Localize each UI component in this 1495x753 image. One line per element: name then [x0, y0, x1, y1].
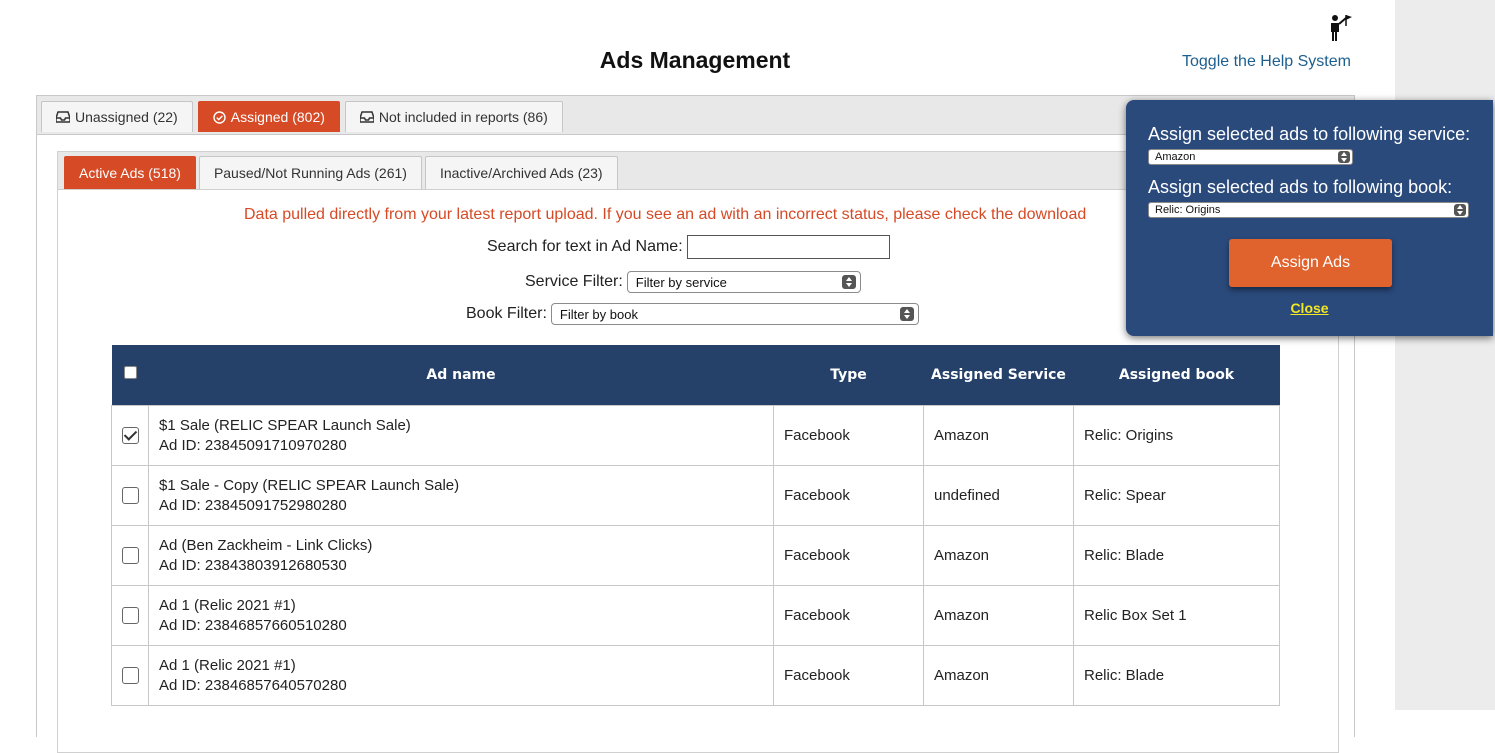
column-assigned-service[interactable]: Assigned Service [923, 345, 1074, 406]
ad-type-cell: Facebook [773, 465, 924, 526]
inbox-icon [56, 111, 70, 123]
ad-type-cell: Facebook [773, 585, 924, 646]
search-input[interactable] [686, 235, 890, 259]
assign-book-value: Relic: Origins [1155, 204, 1221, 216]
row-checkbox[interactable] [121, 427, 139, 445]
ad-type-cell: Facebook [773, 405, 924, 466]
tab-inactive-ads-label: Inactive/Archived Ads (23) [439, 165, 603, 181]
table-row: $1 Sale (RELIC SPEAR Launch Sale) Ad ID: … [111, 405, 1280, 466]
status-tabs: Active Ads (518) Paused/Not Running Ads … [64, 156, 618, 189]
ad-name-cell: Ad 1 (Relic 2021 #1) Ad ID: 2384685764057… [148, 645, 774, 706]
assignment-tabs: Unassigned (22) Assigned (802) Not inclu… [41, 101, 563, 132]
select-all-cell [111, 345, 149, 406]
ad-id: Ad ID: 23845091752980280 [159, 496, 347, 514]
select-all-checkbox[interactable] [123, 366, 137, 379]
book-filter-select[interactable]: Filter by book [550, 303, 919, 325]
assign-book-select[interactable]: Relic: Origins [1148, 202, 1469, 218]
tab-active-ads[interactable]: Active Ads (518) [64, 156, 196, 189]
assigned-service-cell: Amazon [923, 525, 1074, 586]
ad-type-cell: Facebook [773, 645, 924, 706]
tab-paused-ads[interactable]: Paused/Not Running Ads (261) [198, 156, 422, 189]
toggle-help-link[interactable]: Toggle the Help System [1182, 53, 1351, 71]
search-label: Search for text in Ad Name: [487, 238, 683, 255]
assigned-book-cell: Relic: Spear [1073, 465, 1280, 526]
service-filter-label: Service Filter: [525, 273, 623, 290]
ad-name: $1 Sale - Copy (RELIC SPEAR Launch Sale) [159, 476, 460, 494]
assign-ads-button[interactable]: Assign Ads [1229, 239, 1392, 287]
book-filter-value: Filter by book [559, 306, 638, 322]
row-checkbox[interactable] [121, 607, 139, 625]
ad-name-cell: $1 Sale (RELIC SPEAR Launch Sale) Ad ID: … [148, 405, 774, 466]
assign-ads-popup: Assign selected ads to following service… [1126, 100, 1493, 336]
book-filter-row: Book Filter: Filter by book [466, 303, 919, 325]
ad-name-cell: Ad (Ben Zackheim - Link Clicks) Ad ID: 23… [148, 525, 774, 586]
service-filter-row: Service Filter: Filter by service [525, 271, 861, 293]
assigned-service-cell: undefined [923, 465, 1074, 526]
table-row: Ad (Ben Zackheim - Link Clicks) Ad ID: 23… [111, 525, 1280, 586]
row-checkbox[interactable] [121, 667, 139, 685]
service-filter-value: Filter by service [635, 274, 727, 290]
ad-name-cell: $1 Sale - Copy (RELIC SPEAR Launch Sale)… [148, 465, 774, 526]
assigned-book-cell: Relic: Blade [1073, 645, 1280, 706]
assigned-book-cell: Relic: Blade [1073, 525, 1280, 586]
help-person-flag-icon[interactable] [1326, 12, 1354, 42]
service-filter-select[interactable]: Filter by service [626, 271, 861, 293]
select-stepper-icon [1454, 204, 1466, 216]
tab-assigned-label: Assigned (802) [230, 109, 325, 125]
ad-name: Ad (Ben Zackheim - Link Clicks) [159, 536, 373, 554]
row-checkbox[interactable] [121, 547, 139, 565]
tab-inactive-ads[interactable]: Inactive/Archived Ads (23) [424, 156, 618, 189]
tab-paused-ads-label: Paused/Not Running Ads (261) [213, 165, 407, 181]
select-stepper-icon [899, 307, 914, 321]
ads-table: Ad name Type Assigned Service Assigned b… [111, 345, 1280, 706]
table-row: Ad 1 (Relic 2021 #1) Ad ID: 2384685764057… [111, 645, 1280, 706]
search-filter-row: Search for text in Ad Name: [487, 235, 890, 259]
column-assigned-book[interactable]: Assigned book [1073, 345, 1280, 406]
assign-book-label: Assign selected ads to following book: [1148, 177, 1453, 197]
row-select-cell [111, 585, 149, 646]
ad-type-cell: Facebook [773, 525, 924, 586]
select-stepper-icon [1338, 151, 1350, 163]
check-circle-icon [213, 110, 226, 124]
ad-id: Ad ID: 23846857640570280 [159, 676, 347, 694]
assigned-service-cell: Amazon [923, 585, 1074, 646]
inbox-icon [359, 111, 374, 123]
table-row: Ad 1 (Relic 2021 #1) Ad ID: 2384685766051… [111, 585, 1280, 646]
ad-name: $1 Sale (RELIC SPEAR Launch Sale) [159, 416, 411, 434]
tab-active-ads-label: Active Ads (518) [79, 165, 181, 181]
status-notice: Data pulled directly from your latest re… [244, 206, 1087, 223]
assigned-service-cell: Amazon [923, 405, 1074, 466]
table-header-row: Ad name Type Assigned Service Assigned b… [111, 345, 1280, 406]
select-stepper-icon [841, 275, 856, 289]
assign-service-select[interactable]: Amazon [1148, 149, 1353, 165]
ad-id: Ad ID: 23845091710970280 [159, 436, 347, 454]
assign-service-label: Assign selected ads to following service… [1148, 124, 1471, 144]
tab-not-included-label: Not included in reports (86) [378, 109, 548, 125]
ad-name: Ad 1 (Relic 2021 #1) [159, 656, 296, 674]
tab-unassigned[interactable]: Unassigned (22) [41, 101, 193, 132]
assigned-book-cell: Relic Box Set 1 [1073, 585, 1280, 646]
tab-assigned[interactable]: Assigned (802) [197, 101, 340, 132]
column-ad-name[interactable]: Ad name [148, 345, 774, 406]
row-select-cell [111, 525, 149, 586]
column-type[interactable]: Type [773, 345, 924, 406]
book-filter-label: Book Filter: [466, 305, 547, 322]
row-select-cell [111, 465, 149, 526]
table-row: $1 Sale - Copy (RELIC SPEAR Launch Sale)… [111, 465, 1280, 526]
tab-not-included[interactable]: Not included in reports (86) [344, 101, 563, 132]
row-checkbox[interactable] [121, 487, 139, 505]
tab-unassigned-label: Unassigned (22) [75, 109, 178, 125]
assign-service-value: Amazon [1155, 151, 1196, 163]
ad-id: Ad ID: 23846857660510280 [159, 616, 347, 634]
assigned-service-cell: Amazon [923, 645, 1074, 706]
ad-name: Ad 1 (Relic 2021 #1) [159, 596, 296, 614]
assigned-book-cell: Relic: Origins [1073, 405, 1280, 466]
row-select-cell [111, 405, 149, 466]
close-popup-link[interactable]: Close [1126, 300, 1493, 316]
ad-id: Ad ID: 23843803912680530 [159, 556, 347, 574]
row-select-cell [111, 645, 149, 706]
ad-name-cell: Ad 1 (Relic 2021 #1) Ad ID: 2384685766051… [148, 585, 774, 646]
